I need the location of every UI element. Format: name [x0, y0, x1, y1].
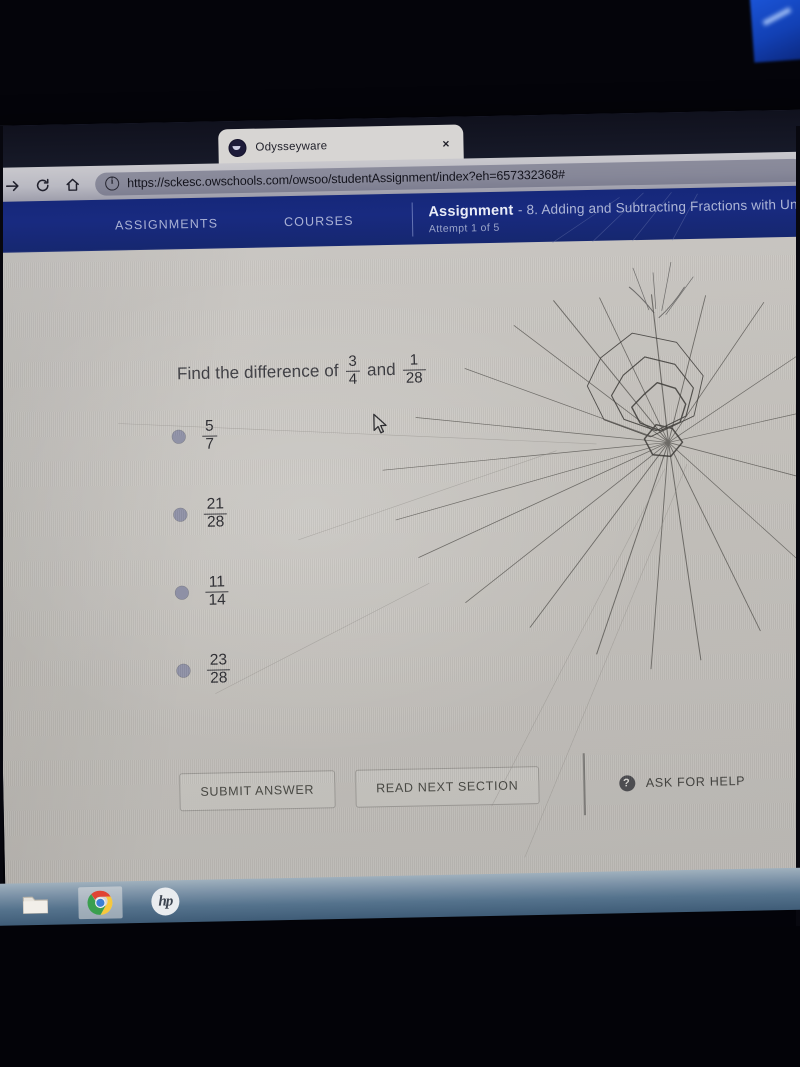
- answer-1-numerator: 5: [204, 417, 214, 435]
- fraction-a: 3 4: [345, 352, 361, 388]
- radio-button-4[interactable]: [176, 663, 191, 677]
- reload-icon[interactable]: [29, 172, 56, 199]
- close-icon[interactable]: ×: [438, 137, 453, 151]
- action-divider: [582, 753, 586, 816]
- question-mark-icon: ?: [618, 775, 635, 792]
- hp-logo-text: hp: [151, 887, 180, 916]
- answer-option-3[interactable]: 11 14: [175, 552, 230, 631]
- radio-button-3[interactable]: [175, 585, 189, 599]
- answer-4-numerator: 23: [209, 651, 228, 669]
- question-text-before: Find the difference of: [176, 360, 339, 384]
- odysseyware-favicon: [228, 138, 247, 158]
- assignment-title-group: Assignment - 8. Adding and Subtracting F…: [428, 195, 800, 235]
- file-explorer-icon[interactable]: [18, 888, 53, 921]
- question-text-middle: and: [366, 359, 396, 380]
- answer-option-4[interactable]: 23 28: [176, 630, 231, 709]
- url-text: https://sckesc.owschools.com/owsoo/stude…: [127, 167, 566, 191]
- browser-tab-title: Odysseyware: [255, 140, 328, 154]
- answer-option-1[interactable]: 5 7: [171, 396, 226, 475]
- screen-bezel-left: [0, 126, 3, 926]
- mouse-cursor: [373, 413, 387, 434]
- blue-screen-reflection: [749, 0, 800, 63]
- hp-logo-icon: hp: [148, 885, 183, 918]
- home-icon[interactable]: [59, 171, 86, 198]
- radio-button-1[interactable]: [172, 429, 186, 443]
- assignment-page: Find the difference of 3 4 and 1 28 5 7: [0, 236, 800, 916]
- ask-for-help-button[interactable]: ? ASK FOR HELP: [618, 773, 746, 792]
- ask-for-help-label: ASK FOR HELP: [645, 773, 746, 790]
- answer-fraction-4: 23 28: [206, 651, 231, 688]
- nav-item-assignments[interactable]: ASSIGNMENTS: [115, 216, 218, 232]
- fraction-b: 1 28: [402, 351, 426, 386]
- site-info-icon[interactable]: [105, 176, 120, 191]
- answer-fraction-1: 5 7: [202, 417, 218, 454]
- assignment-name: - 8. Adding and Subtracting Fractions wi…: [517, 196, 800, 218]
- fraction-a-numerator: 3: [348, 352, 358, 370]
- answer-fraction-3: 11 14: [205, 573, 229, 610]
- question-prompt: Find the difference of 3 4 and 1 28: [176, 351, 433, 391]
- answer-3-numerator: 11: [208, 573, 226, 591]
- fraction-b-numerator: 1: [409, 351, 419, 369]
- photo-dark-border-bottom: [0, 927, 800, 1067]
- forward-arrow-icon[interactable]: [0, 172, 25, 199]
- answer-options: 5 7 21 28 11 14 23 28: [171, 396, 231, 709]
- chrome-icon[interactable]: [78, 886, 123, 920]
- read-next-section-button[interactable]: READ NEXT SECTION: [354, 766, 540, 808]
- nav-item-courses[interactable]: COURSES: [284, 214, 354, 229]
- answer-option-2[interactable]: 21 28: [173, 474, 228, 553]
- assignment-label: Assignment: [428, 202, 514, 220]
- header-divider: [411, 202, 413, 237]
- answer-3-denominator: 14: [205, 591, 229, 610]
- answer-1-denominator: 7: [202, 435, 218, 454]
- submit-answer-button[interactable]: SUBMIT ANSWER: [179, 770, 336, 812]
- radio-button-2[interactable]: [173, 507, 187, 521]
- photo-of-laptop-screen: Odysseyware × https://sckesc.owschools.c…: [0, 0, 800, 1067]
- laptop-screen: Odysseyware × https://sckesc.owschools.c…: [0, 109, 800, 916]
- fraction-b-denominator: 28: [402, 369, 426, 386]
- screen-bezel-right: [796, 126, 800, 926]
- answer-2-denominator: 28: [203, 513, 228, 532]
- answer-4-denominator: 28: [206, 669, 231, 688]
- answer-2-numerator: 21: [206, 495, 225, 513]
- answer-fraction-2: 21 28: [203, 495, 228, 532]
- fraction-a-denominator: 4: [345, 370, 361, 388]
- action-bar: SUBMIT ANSWER READ NEXT SECTION ? ASK FO…: [179, 750, 746, 823]
